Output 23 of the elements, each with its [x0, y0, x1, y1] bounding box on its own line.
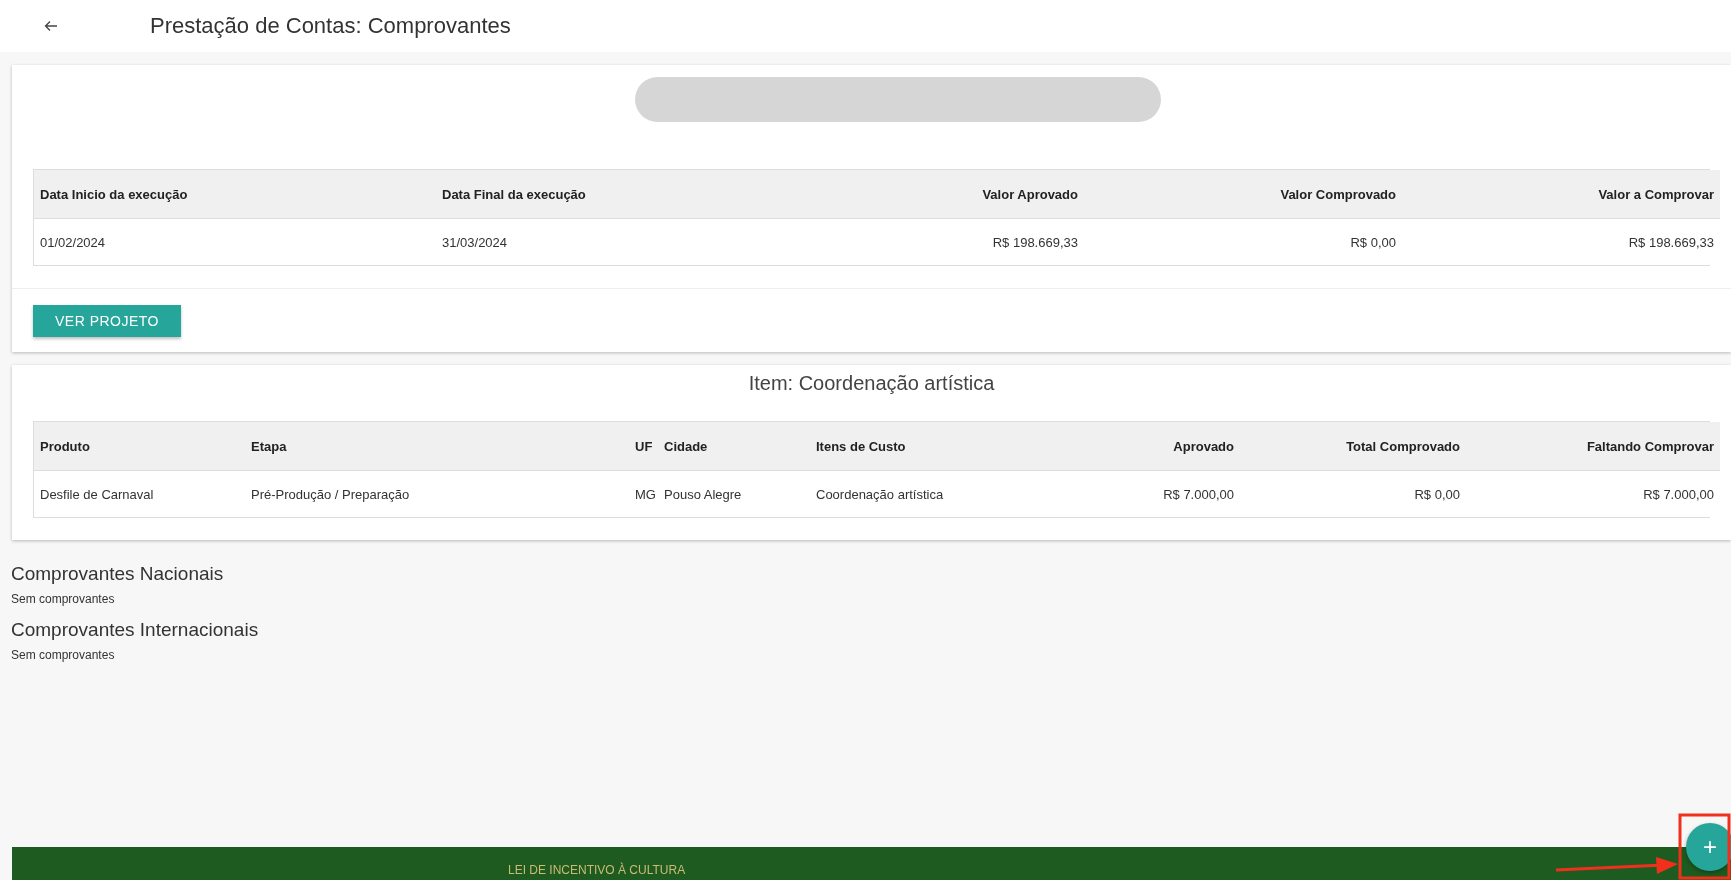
column-header: Valor Comprovado	[1084, 170, 1402, 219]
view-project-button[interactable]: VER PROJETO	[33, 305, 181, 337]
column-header: Total Comprovado	[1240, 422, 1466, 471]
highlight-frame	[1678, 813, 1731, 880]
column-header: Valor Aprovado	[836, 170, 1084, 219]
back-arrow-icon[interactable]	[44, 20, 58, 32]
column-header: Aprovado	[1040, 422, 1240, 471]
section-heading: Comprovantes Internacionais	[11, 618, 260, 642]
empty-message: Sem comprovantes	[11, 592, 116, 606]
column-header: Data Inicio da execução	[34, 170, 436, 219]
item-title: Item: Coordenação artística	[747, 371, 996, 396]
footer-text: LEI DE INCENTIVO À CULTURA	[508, 863, 686, 877]
column-header: Valor a Comprovar	[1402, 170, 1720, 219]
page-title: Prestação de Contas: Comprovantes	[150, 13, 511, 39]
column-header: Produto	[34, 422, 245, 471]
section-heading: Comprovantes Nacionais	[11, 562, 225, 586]
column-header: Faltando Comprovar	[1466, 422, 1720, 471]
column-header: Itens de Custo	[810, 422, 1040, 471]
column-header: Cidade	[658, 422, 810, 471]
empty-message: Sem comprovantes	[11, 648, 116, 662]
column-header: Etapa	[245, 422, 629, 471]
column-header: UF	[629, 422, 658, 471]
column-header: Data Final da execução	[436, 170, 836, 219]
